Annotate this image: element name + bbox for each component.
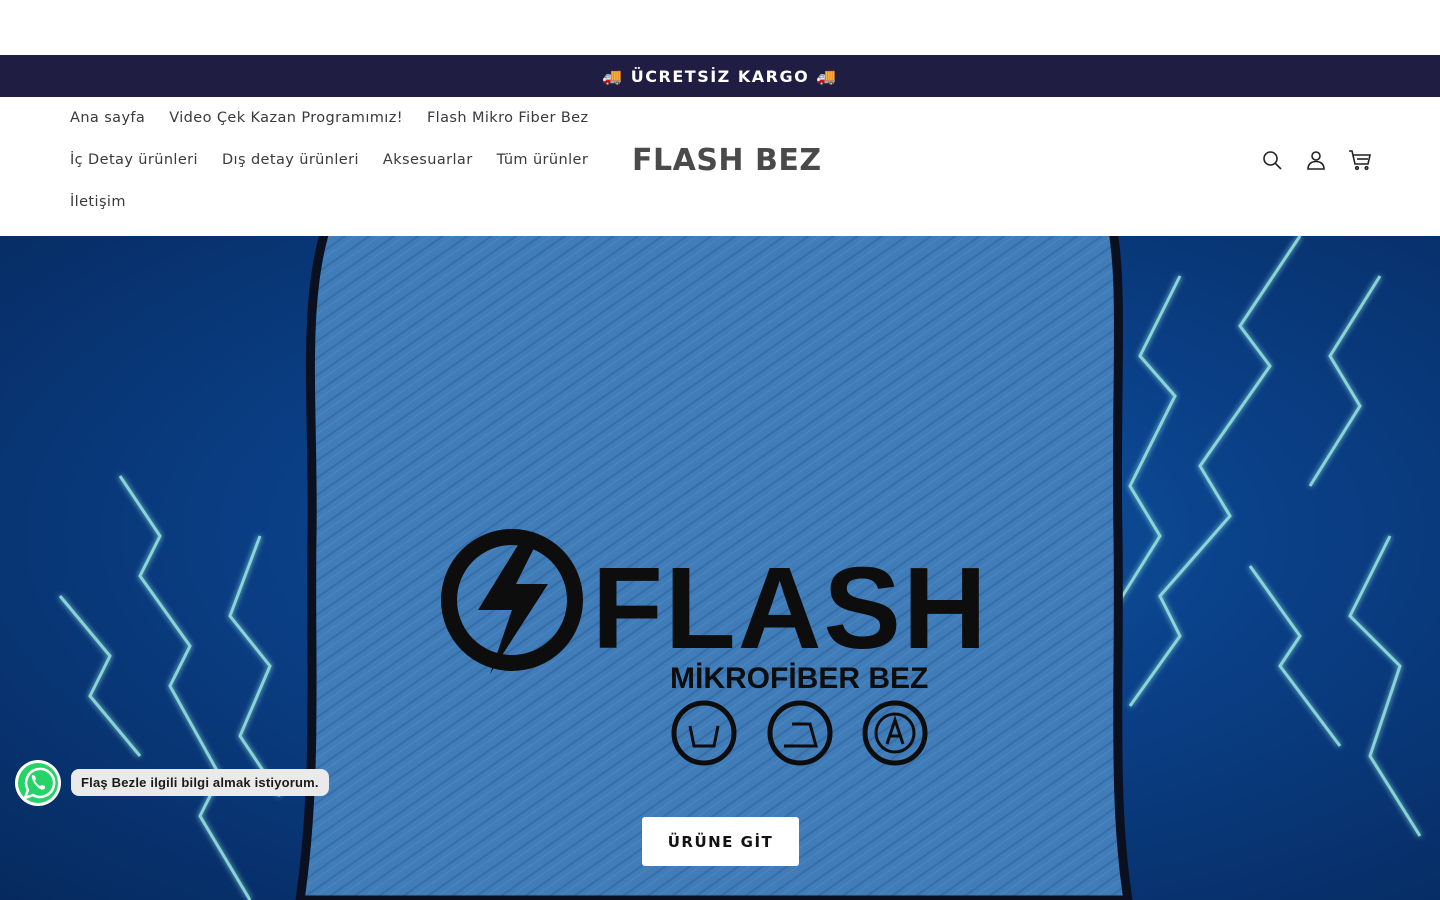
nav-link-video-program[interactable]: Video Çek Kazan Programımız! (157, 110, 415, 126)
nav-link-home[interactable]: Ana sayfa (58, 110, 157, 126)
announcement-text: 🚚 ÜCRETSİZ KARGO 🚚 (602, 66, 838, 86)
nav-link-contact[interactable]: İletişim (58, 194, 138, 210)
nav-link-accessories[interactable]: Aksesuarlar (371, 152, 485, 168)
search-icon[interactable] (1250, 138, 1294, 182)
hero-banner: FLASH MİKROFİBER BEZ (0, 236, 1440, 900)
site-logo[interactable]: FLASH BEZ (632, 139, 822, 181)
nav-link-interior-products[interactable]: İç Detay ürünleri (58, 152, 210, 168)
site-header: Ana sayfa Video Çek Kazan Programımız! F… (0, 97, 1440, 237)
nav-link-all-products[interactable]: Tüm ürünler (485, 152, 601, 168)
whatsapp-message-bubble[interactable]: Flaş Bezle ilgili bilgi almak istiyorum. (71, 769, 329, 796)
hero-brand-text: FLASH (592, 543, 989, 673)
header-icons (1250, 139, 1382, 181)
nav-link-flash-microfiber[interactable]: Flash Mikro Fiber Bez (415, 110, 601, 126)
cart-icon[interactable] (1338, 138, 1382, 182)
whatsapp-icon[interactable] (13, 758, 63, 808)
go-to-product-button[interactable]: ÜRÜNE GİT (642, 817, 799, 866)
hero-sub-text: MİKROFİBER BEZ (670, 662, 928, 695)
announcement-bar: 🚚 ÜCRETSİZ KARGO 🚚 (0, 55, 1440, 97)
main-nav: Ana sayfa Video Çek Kazan Programımız! F… (58, 97, 598, 223)
top-spacer (0, 0, 1440, 55)
account-icon[interactable] (1294, 138, 1338, 182)
whatsapp-message-text: Flaş Bezle ilgili bilgi almak istiyorum. (81, 775, 319, 790)
nav-link-exterior-products[interactable]: Dış detay ürünleri (210, 152, 371, 168)
hero-image: FLASH MİKROFİBER BEZ (58, 236, 1422, 900)
